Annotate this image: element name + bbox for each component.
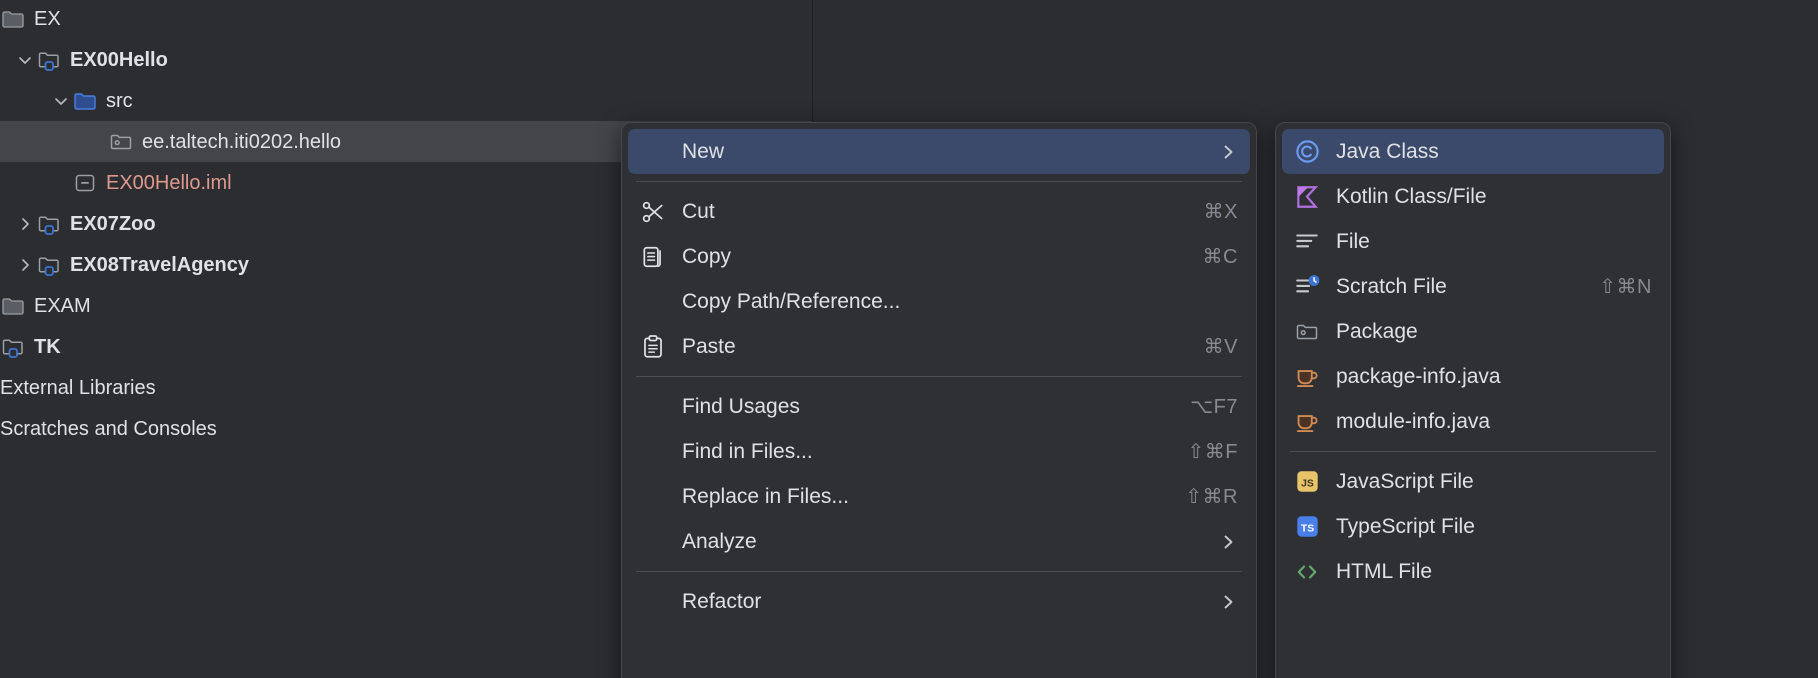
menu-separator	[1290, 451, 1656, 452]
menu-item-shortcut: ⇧⌘F	[1188, 442, 1238, 462]
menu-item-label: Java Class	[1336, 141, 1652, 162]
menu-item-label: Refactor	[682, 591, 1202, 612]
scissors-icon	[638, 199, 668, 225]
menu-item[interactable]: Kotlin Class/File	[1282, 174, 1664, 219]
iml-file-icon	[72, 171, 98, 195]
menu-item-label: Kotlin Class/File	[1336, 186, 1652, 207]
tree-node-label: EX	[34, 9, 61, 29]
chevron-right-icon	[1218, 592, 1238, 612]
tree-row[interactable]: EX00Hello	[0, 39, 812, 80]
menu-item-label: Replace in Files...	[682, 486, 1165, 507]
menu-item[interactable]: TS TypeScript File	[1282, 504, 1664, 549]
scratch-file-icon	[1292, 274, 1322, 300]
tree-node-label: EX00Hello	[70, 50, 168, 70]
menu-item[interactable]: module-info.java	[1282, 399, 1664, 444]
tree-node-label: External Libraries	[0, 378, 156, 398]
tree-node-label: EX07Zoo	[70, 214, 156, 234]
menu-item[interactable]: Scratch File ⇧⌘N	[1282, 264, 1664, 309]
new-submenu[interactable]: Java Class Kotlin Class/File File Scratch F…	[1275, 122, 1671, 678]
java-class-icon	[1292, 138, 1322, 165]
tree-row[interactable]: EX	[0, 0, 812, 39]
module-folder-icon	[36, 253, 62, 277]
menu-item[interactable]: HTML File	[1282, 549, 1664, 594]
menu-item[interactable]: Cut ⌘X	[628, 189, 1250, 234]
folder-icon	[0, 294, 26, 318]
clipboard-icon	[638, 334, 668, 360]
tree-node-label: EXAM	[34, 296, 91, 316]
module-folder-icon	[36, 48, 62, 72]
java-cup-icon	[1292, 409, 1322, 435]
chevron-down-icon[interactable]	[14, 51, 36, 69]
menu-item-shortcut: ⌘X	[1204, 202, 1238, 222]
module-folder-icon	[0, 335, 26, 359]
ts-icon: TS	[1292, 514, 1322, 539]
menu-item-label: Scratch File	[1336, 276, 1579, 297]
menu-separator	[636, 571, 1242, 572]
menu-item[interactable]: Copy Path/Reference...	[628, 279, 1250, 324]
chevron-right-icon	[1218, 532, 1238, 552]
svg-text:JS: JS	[1301, 478, 1314, 489]
tree-node-label: Scratches and Consoles	[0, 419, 217, 439]
tree-node-label: EX00Hello.iml	[106, 173, 232, 193]
menu-item[interactable]: File	[1282, 219, 1664, 264]
menu-item-label: Find Usages	[682, 396, 1170, 417]
chevron-right-icon[interactable]	[14, 215, 36, 233]
menu-item-shortcut: ⌘C	[1203, 247, 1238, 267]
file-lines-icon	[1292, 229, 1322, 255]
chevron-right-icon[interactable]	[14, 256, 36, 274]
menu-item-shortcut: ⌥F7	[1190, 397, 1238, 417]
menu-item[interactable]: Package	[1282, 309, 1664, 354]
menu-item[interactable]: package-info.java	[1282, 354, 1664, 399]
menu-item-label: Analyze	[682, 531, 1202, 552]
package-icon	[1292, 320, 1322, 344]
menu-item-label: JavaScript File	[1336, 471, 1652, 492]
menu-item[interactable]: Copy ⌘C	[628, 234, 1250, 279]
menu-item[interactable]: Refactor	[628, 579, 1250, 624]
menu-item-label: Cut	[682, 201, 1184, 222]
menu-item-shortcut: ⇧⌘N	[1599, 277, 1652, 297]
menu-separator	[636, 181, 1242, 182]
menu-item-label: Paste	[682, 336, 1184, 357]
menu-item-label: HTML File	[1336, 561, 1652, 582]
menu-item-label: module-info.java	[1336, 411, 1652, 432]
menu-item-label: Find in Files...	[682, 441, 1168, 462]
menu-item-label: New	[682, 141, 1202, 162]
menu-item-label: Package	[1336, 321, 1652, 342]
ide-window: EX EX00Hello src ee.taltech.iti0202.hello EX…	[0, 0, 1818, 678]
tree-row[interactable]: src	[0, 80, 812, 121]
menu-item[interactable]: Analyze	[628, 519, 1250, 564]
tree-node-label: ee.taltech.iti0202.hello	[142, 132, 341, 152]
kotlin-icon	[1292, 184, 1322, 210]
menu-item[interactable]: New	[628, 129, 1250, 174]
html-icon	[1292, 559, 1322, 585]
copy-icon	[638, 244, 668, 270]
java-cup-icon	[1292, 364, 1322, 390]
package-icon	[108, 130, 134, 154]
menu-item-label: File	[1336, 231, 1652, 252]
menu-item-label: Copy	[682, 246, 1183, 267]
menu-item-label: TypeScript File	[1336, 516, 1652, 537]
module-folder-icon	[36, 212, 62, 236]
chevron-down-icon[interactable]	[50, 92, 72, 110]
menu-item[interactable]: JS JavaScript File	[1282, 459, 1664, 504]
tree-node-label: EX08TravelAgency	[70, 255, 249, 275]
chevron-right-icon	[1218, 142, 1238, 162]
js-icon: JS	[1292, 469, 1322, 494]
menu-item[interactable]: Paste ⌘V	[628, 324, 1250, 369]
menu-separator	[636, 376, 1242, 377]
menu-item-label: Copy Path/Reference...	[682, 291, 1238, 312]
menu-item-shortcut: ⇧⌘R	[1185, 487, 1238, 507]
menu-item[interactable]: Find in Files... ⇧⌘F	[628, 429, 1250, 474]
source-folder-icon	[72, 89, 98, 113]
menu-item-label: package-info.java	[1336, 366, 1652, 387]
tree-node-label: TK	[34, 337, 61, 357]
folder-icon	[0, 7, 26, 31]
menu-item[interactable]: Replace in Files... ⇧⌘R	[628, 474, 1250, 519]
svg-text:TS: TS	[1300, 523, 1313, 534]
tree-node-label: src	[106, 91, 133, 111]
menu-item[interactable]: Find Usages ⌥F7	[628, 384, 1250, 429]
menu-item[interactable]: Java Class	[1282, 129, 1664, 174]
project-context-menu[interactable]: New Cut ⌘X Copy ⌘C Copy Path/Reference... Past…	[621, 122, 1257, 678]
menu-item-shortcut: ⌘V	[1204, 337, 1238, 357]
